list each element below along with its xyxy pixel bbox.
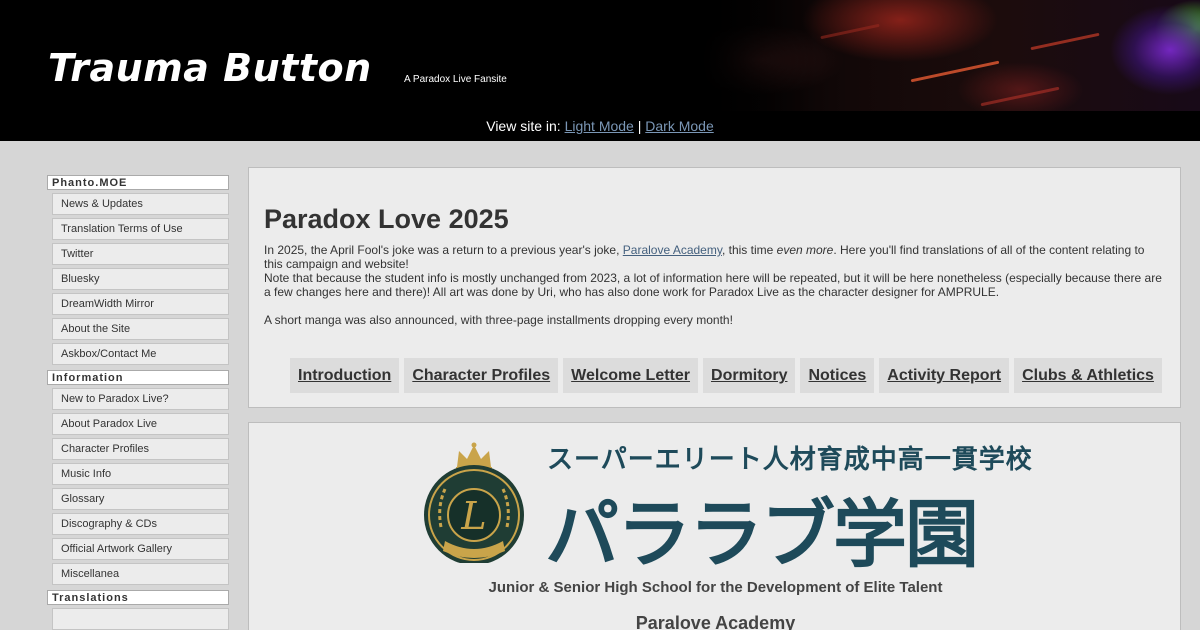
paralove-academy-link[interactable]: Paralove Academy [623,243,722,257]
sidebar-item-about-site[interactable]: About the Site [52,318,229,340]
nav-dormitory[interactable]: Dormitory [703,358,796,393]
sidebar-item-about-paradox[interactable]: About Paradox Live [52,413,229,435]
mode-separator: | [637,118,642,134]
sidebar-heading-translations: Translations [47,590,229,605]
sidebar-list-information: New to Paradox Live? About Paradox Live … [52,388,229,585]
sidebar-item-artwork-gallery[interactable]: Official Artwork Gallery [52,538,229,560]
sidebar-item-news[interactable]: News & Updates [52,193,229,215]
dark-mode-link[interactable]: Dark Mode [645,118,713,134]
sidebar-item-translation-terms[interactable]: Translation Terms of Use [52,218,229,240]
sidebar-item-character-profiles[interactable]: Character Profiles [52,438,229,460]
academy-english-name: Paralove Academy [635,613,796,630]
site-header: Trauma Button A Paradox Live Fansite [0,0,1200,111]
sidebar-item-twitter[interactable]: Twitter [52,243,229,265]
nav-character-profiles[interactable]: Character Profiles [404,358,559,393]
sidebar-list-translations [52,608,229,630]
intro-panel: Paradox Love 2025 In 2025, the April Foo… [248,167,1181,408]
sidebar-item-new-to-paradox[interactable]: New to Paradox Live? [52,388,229,410]
intro-text: In 2025, the April Fool's joke was a ret… [264,243,1164,327]
section-nav: Introduction Character Profiles Welcome … [290,358,1167,393]
header-artwork [700,0,1200,111]
academy-japanese-name: パララブ学園 [545,492,979,578]
sidebar-heading-phanto: Phanto.MOE [47,175,229,190]
nav-welcome-letter[interactable]: Welcome Letter [563,358,699,393]
nav-introduction[interactable]: Introduction [290,358,400,393]
intro-paragraph-2: Note that because the student info is mo… [264,271,1162,299]
sidebar-item-dreamwidth[interactable]: DreamWidth Mirror [52,293,229,315]
sidebar-item-bluesky[interactable]: Bluesky [52,268,229,290]
sidebar-list-phanto: News & Updates Translation Terms of Use … [52,193,229,365]
view-mode-bar: View site in: Light Mode | Dark Mode [0,111,1200,141]
view-mode-label: View site in: [486,118,561,134]
academy-panel: L スーパーエリート人材育成中高一貫学校 パララブ学園 Junior & Sen… [248,422,1181,630]
academy-crest-icon: L [424,442,524,563]
sidebar-item-discography[interactable]: Discography & CDs [52,513,229,535]
sidebar-heading-information: Information [47,370,229,385]
sidebar-item-askbox[interactable]: Askbox/Contact Me [52,343,229,365]
intro-paragraph-3: A short manga was also announced, with t… [264,313,733,327]
site-title[interactable]: Trauma Button [48,46,372,90]
academy-japanese-tagline: スーパーエリート人材育成中高一貫学校 [547,445,1033,475]
page-title: Paradox Love 2025 [264,204,509,234]
nav-activity-report[interactable]: Activity Report [879,358,1010,393]
sidebar-item-glossary[interactable]: Glossary [52,488,229,510]
sidebar-item-miscellanea[interactable]: Miscellanea [52,563,229,585]
academy-english-tagline: Junior & Senior High School for the Deve… [488,579,943,596]
site-subtitle: A Paradox Live Fansite [404,74,507,85]
nav-notices[interactable]: Notices [800,358,875,393]
sidebar: Phanto.MOE News & Updates Translation Te… [47,175,229,630]
sidebar-item-translations-first[interactable] [52,608,229,630]
svg-text:L: L [460,494,486,538]
nav-clubs-athletics[interactable]: Clubs & Athletics [1014,358,1162,393]
sidebar-item-music-info[interactable]: Music Info [52,463,229,485]
intro-paragraph-1: In 2025, the April Fool's joke was a ret… [264,243,1145,271]
light-mode-link[interactable]: Light Mode [565,118,634,134]
